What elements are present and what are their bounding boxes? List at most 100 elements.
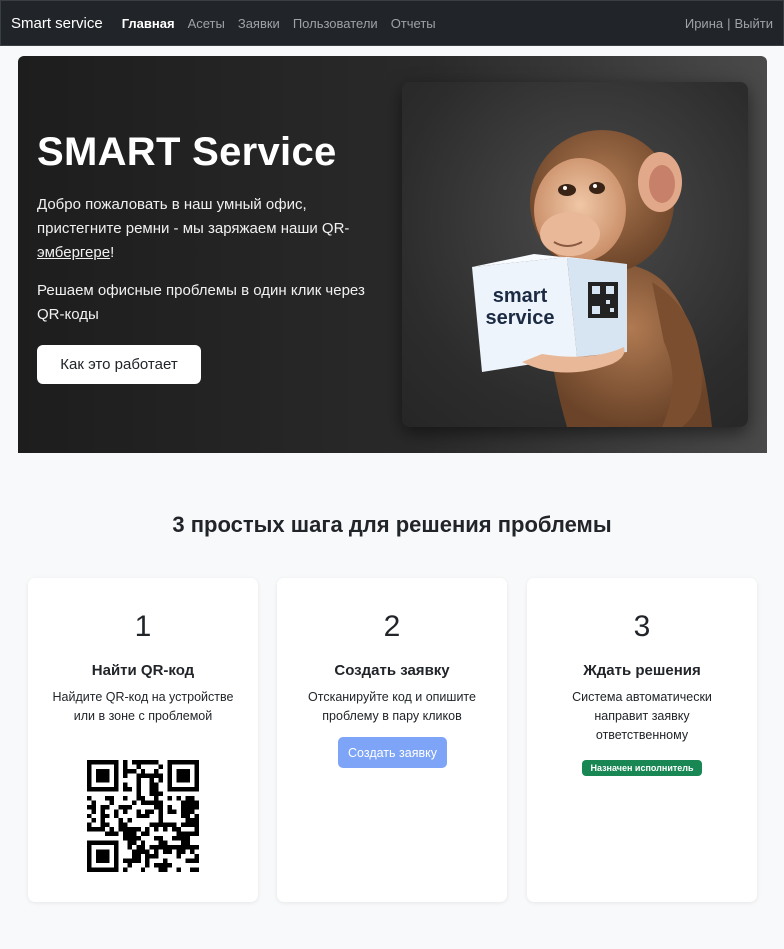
qr-module [109, 800, 114, 805]
qr-module [87, 813, 92, 819]
qr-module [95, 827, 101, 832]
qr-module [118, 818, 123, 823]
step-number: 3 [633, 610, 651, 643]
qr-module [181, 840, 186, 846]
qr-module [127, 831, 132, 837]
step-title: Создать заявку [334, 662, 450, 679]
qr-module [113, 764, 119, 769]
qr-module [163, 858, 168, 864]
qr-module [176, 867, 182, 872]
qr-module [122, 804, 128, 810]
qr-module [136, 809, 141, 814]
logout-link[interactable]: Выйти [735, 16, 774, 31]
qr-module [194, 854, 199, 859]
qr-module [100, 760, 105, 765]
qr-module [87, 822, 92, 828]
qr-module [181, 822, 186, 828]
qr-module [104, 854, 110, 859]
qr-module [185, 858, 191, 864]
qr-module [140, 867, 146, 872]
qr-code-icon [87, 760, 199, 872]
qr-module [109, 827, 114, 832]
qr-module [95, 849, 101, 855]
qr-module [113, 768, 119, 774]
qr-module [154, 854, 159, 859]
qr-module [127, 858, 132, 864]
how-it-works-button[interactable]: Как это работает [37, 345, 201, 384]
qr-module [104, 760, 110, 765]
qr-module [158, 800, 164, 805]
user-menu: Ирина | Выйти [685, 16, 773, 31]
qr-module [158, 818, 164, 823]
qr-module [194, 773, 199, 778]
qr-module [167, 773, 173, 778]
qr-module [190, 804, 195, 810]
qr-module [87, 795, 92, 801]
qr-module [140, 800, 146, 805]
qr-module [113, 867, 119, 872]
qr-module [181, 760, 186, 765]
create-request-button[interactable]: Создать заявку [338, 737, 447, 768]
qr-module [100, 804, 105, 810]
qr-module [163, 867, 168, 872]
qr-module [163, 822, 168, 828]
qr-module [140, 773, 146, 778]
qr-module [87, 768, 92, 774]
qr-module [149, 809, 155, 814]
qr-module [136, 813, 141, 819]
qr-module [158, 764, 164, 769]
qr-module [145, 760, 150, 765]
monkey-illustration: smart service [472, 130, 712, 427]
qr-module [87, 804, 92, 810]
qr-module [149, 773, 155, 778]
qr-module [95, 854, 101, 859]
qr-module [136, 782, 141, 787]
qr-module [181, 813, 186, 819]
qr-module [149, 760, 155, 765]
qr-module [163, 845, 168, 850]
qr-module [176, 836, 182, 841]
qr-module [87, 867, 92, 872]
qr-module [167, 795, 173, 801]
qr-module [172, 760, 177, 765]
nav-link-users[interactable]: Пользователи [293, 16, 378, 31]
qr-module [194, 786, 199, 792]
qr-module [172, 845, 177, 850]
hero-welcome-link[interactable]: эмбергере [37, 244, 110, 261]
nav-link-home[interactable]: Главная [122, 16, 175, 31]
qr-module [122, 822, 128, 828]
qr-module [167, 768, 173, 774]
qr-module [100, 777, 105, 783]
qr-module [185, 773, 191, 778]
brand-link[interactable]: Smart service [11, 15, 103, 32]
nav-link-assets[interactable]: Асеты [188, 16, 225, 31]
qr-module [91, 786, 96, 792]
qr-module [194, 858, 199, 864]
qr-module [167, 822, 173, 828]
nav-link-requests[interactable]: Заявки [238, 16, 280, 31]
qr-module [87, 845, 92, 850]
qr-module [176, 768, 182, 774]
qr-module [113, 786, 119, 792]
qr-module [127, 768, 132, 774]
step-text: Система автоматически направит заявку от… [572, 690, 712, 742]
nav-link-reports[interactable]: Отчеты [391, 16, 436, 31]
user-name[interactable]: Ирина [685, 16, 723, 31]
qr-module [158, 867, 164, 872]
qr-module [127, 863, 132, 868]
qr-module [122, 836, 128, 841]
qr-module [158, 863, 164, 868]
qr-module [122, 827, 128, 832]
qr-module [145, 813, 150, 819]
qr-module [104, 831, 110, 837]
qr-module [104, 804, 110, 810]
qr-module [172, 827, 177, 832]
qr-module [95, 768, 101, 774]
qr-module [113, 831, 119, 837]
qr-module [176, 849, 182, 855]
hero-subtitle: Решаем офисные проблемы в один клик чере… [37, 282, 365, 323]
qr-module [149, 782, 155, 787]
qr-module [154, 773, 159, 778]
qr-module [167, 782, 173, 787]
qr-module [176, 773, 182, 778]
